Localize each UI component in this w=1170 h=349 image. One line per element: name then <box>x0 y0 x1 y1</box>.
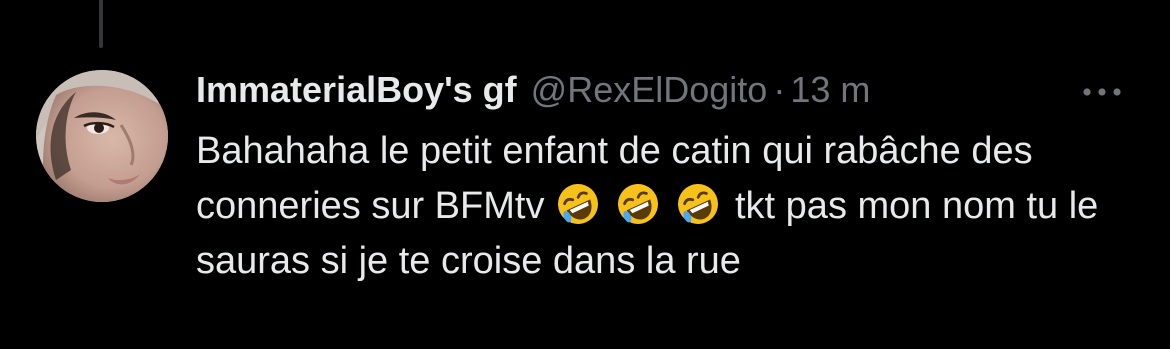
avatar-image <box>36 70 168 202</box>
more-options-button[interactable] <box>1078 72 1126 112</box>
rolling-on-floor-laughing-emoji-icon <box>675 181 721 227</box>
rolling-on-floor-laughing-emoji-icon <box>555 181 601 227</box>
more-horizontal-icon <box>1083 88 1121 96</box>
display-name[interactable]: ImmaterialBoy's gf <box>196 66 517 114</box>
thread-connector-line <box>99 0 103 48</box>
avatar[interactable] <box>36 70 168 202</box>
user-handle[interactable]: @RexElDogito <box>531 66 768 114</box>
tweet-text: Bahahaha le petit enfant de catin qui ra… <box>196 124 1116 289</box>
rolling-on-floor-laughing-emoji-icon <box>615 181 661 227</box>
header-separator: · <box>773 69 786 110</box>
tweet-header: ImmaterialBoy's gf @RexElDogito · 13 m <box>196 66 870 114</box>
timestamp[interactable]: 13 m <box>790 66 870 114</box>
